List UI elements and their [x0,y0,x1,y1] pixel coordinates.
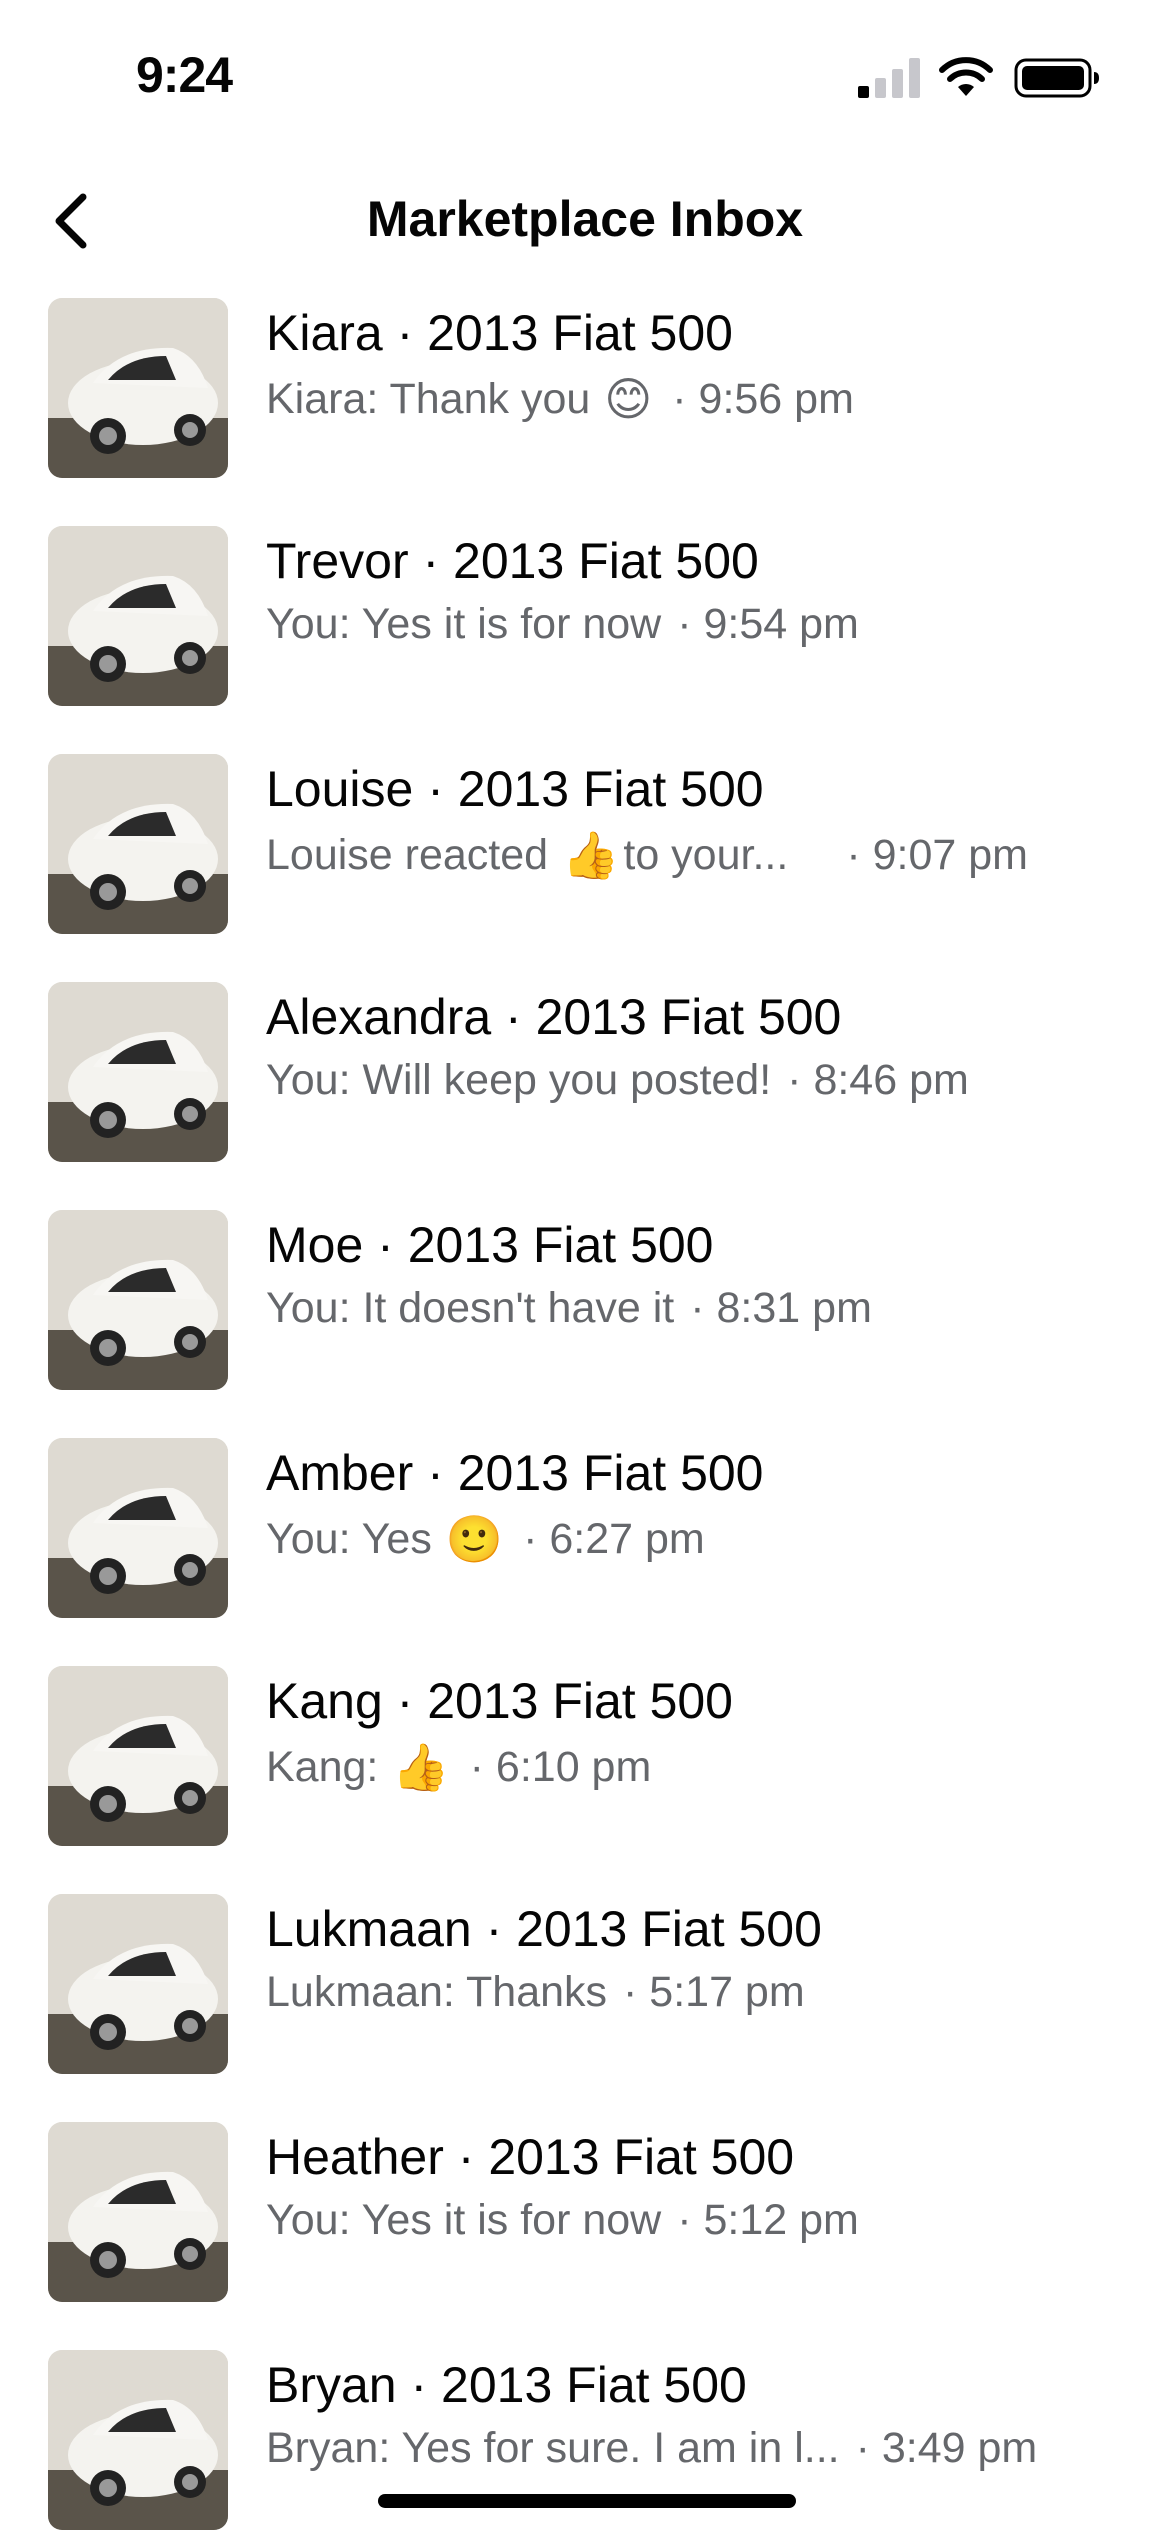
page-title: Marketplace Inbox [366,191,804,247]
status-bar: 9:24 [0,0,1170,150]
preview-text: You: It doesn't have it [266,1284,675,1332]
listing-thumbnail [48,298,228,478]
conversation-title: Moe · 2013 Fiat 500 [266,1217,714,1273]
conversation-row[interactable]: Moe · 2013 Fiat 500 You: It doesn't have… [0,1202,1170,1430]
battery-icon [1014,58,1099,98]
message-time: · 6:27 pm [523,1515,705,1563]
conversation-list[interactable]: Kiara · 2013 Fiat 500 Kiara: Thank you 😊… [0,290,1170,2532]
listing-thumbnail [48,1438,228,1618]
thumbs-up-icon: 👍 [562,829,620,881]
smile-emoji-icon: 🙂 [445,1513,504,1565]
conversation-title: Lukmaan · 2013 Fiat 500 [266,1901,822,1957]
preview-text: You: Will keep you posted! [266,1056,772,1104]
listing-thumbnail [48,1210,228,1390]
cellular-signal-icon [858,58,920,98]
message-time: · 3:49 pm [855,2424,1038,2472]
conversation-title: Amber · 2013 Fiat 500 [266,1445,764,1501]
conversation-title: Alexandra · 2013 Fiat 500 [266,989,842,1045]
conversation-preview: You: Yes 🙂 · 6:27 pm [266,1512,705,1567]
message-time: · 9:56 pm [672,374,854,423]
message-time: · 6:10 pm [469,1743,652,1791]
wifi-icon [939,57,993,96]
conversation-title: Bryan · 2013 Fiat 500 [266,2357,747,2413]
conversation-preview: You: Yes it is for now · 9:54 pm [266,600,859,649]
conversation-title: Trevor · 2013 Fiat 500 [266,533,759,589]
conversation-preview: Kiara: Thank you 😊 · 9:56 pm [266,372,854,426]
preview-text: Lukmaan: Thanks [266,1968,608,2016]
preview-text: You: Yes it is for now [266,600,662,648]
listing-thumbnail [48,2350,228,2530]
conversation-preview: Louise reacted 👍 to your... · 9:07 pm [266,828,1028,883]
preview-text: You: Yes it is for now [266,2196,662,2244]
home-indicator[interactable] [378,2494,796,2508]
conversation-preview: You: It doesn't have it · 8:31 pm [266,1284,872,1333]
preview-text: Louise reacted [266,831,549,879]
preview-suffix: to your... [623,831,789,879]
message-time: · 9:54 pm [677,600,859,648]
conversation-preview: Kang: 👍 · 6:10 pm [266,1740,651,1795]
conversation-row[interactable]: Trevor · 2013 Fiat 500 You: Yes it is fo… [0,518,1170,746]
listing-thumbnail [48,526,228,706]
conversation-preview: Bryan: Yes for sure. I am in l... · 3:49… [266,2424,1037,2473]
conversation-preview: Lukmaan: Thanks · 5:17 pm [266,1968,805,2017]
preview-text: Bryan: Yes for sure. I am in l... [266,2424,840,2472]
conversation-row[interactable]: Kang · 2013 Fiat 500 Kang: 👍 · 6:10 pm [0,1658,1170,1886]
message-time: · 9:07 pm [846,831,1028,879]
conversation-row[interactable]: Kiara · 2013 Fiat 500 Kiara: Thank you 😊… [0,290,1170,518]
message-time: · 5:12 pm [677,2196,859,2244]
message-time: · 5:17 pm [623,1968,805,2016]
listing-thumbnail [48,754,228,934]
status-time: 9:24 [136,47,233,103]
preview-text: Kang: [266,1743,379,1791]
preview-text: You: Yes [266,1515,432,1563]
conversation-title: Louise · 2013 Fiat 500 [266,761,764,817]
conversation-title: Kiara · 2013 Fiat 500 [266,305,733,361]
conversation-title: Kang · 2013 Fiat 500 [266,1673,733,1729]
message-time: · 8:31 pm [690,1284,872,1332]
navigation-bar: Marketplace Inbox [0,150,1170,290]
conversation-row[interactable]: Heather · 2013 Fiat 500 You: Yes it is f… [0,2114,1170,2342]
thumbs-up-icon: 👍 [392,1741,450,1793]
listing-thumbnail [48,1666,228,1846]
conversation-title: Heather · 2013 Fiat 500 [266,2129,795,2185]
conversation-preview: You: Yes it is for now · 5:12 pm [266,2196,859,2245]
listing-thumbnail [48,982,228,1162]
conversation-row[interactable]: Alexandra · 2013 Fiat 500 You: Will keep… [0,974,1170,1202]
conversation-row[interactable]: Amber · 2013 Fiat 500 You: Yes 🙂 · 6:27 … [0,1430,1170,1658]
emoji-icon: 😊 [604,373,653,425]
listing-thumbnail [48,1894,228,2074]
conversation-row[interactable]: Louise · 2013 Fiat 500 Louise reacted 👍 … [0,746,1170,974]
conversation-preview: You: Will keep you posted! · 8:46 pm [266,1056,969,1105]
conversation-row[interactable]: Lukmaan · 2013 Fiat 500 Lukmaan: Thanks … [0,1886,1170,2114]
message-time: · 8:46 pm [787,1056,969,1104]
preview-text: Kiara: Thank you [266,374,591,423]
listing-thumbnail [48,2122,228,2302]
